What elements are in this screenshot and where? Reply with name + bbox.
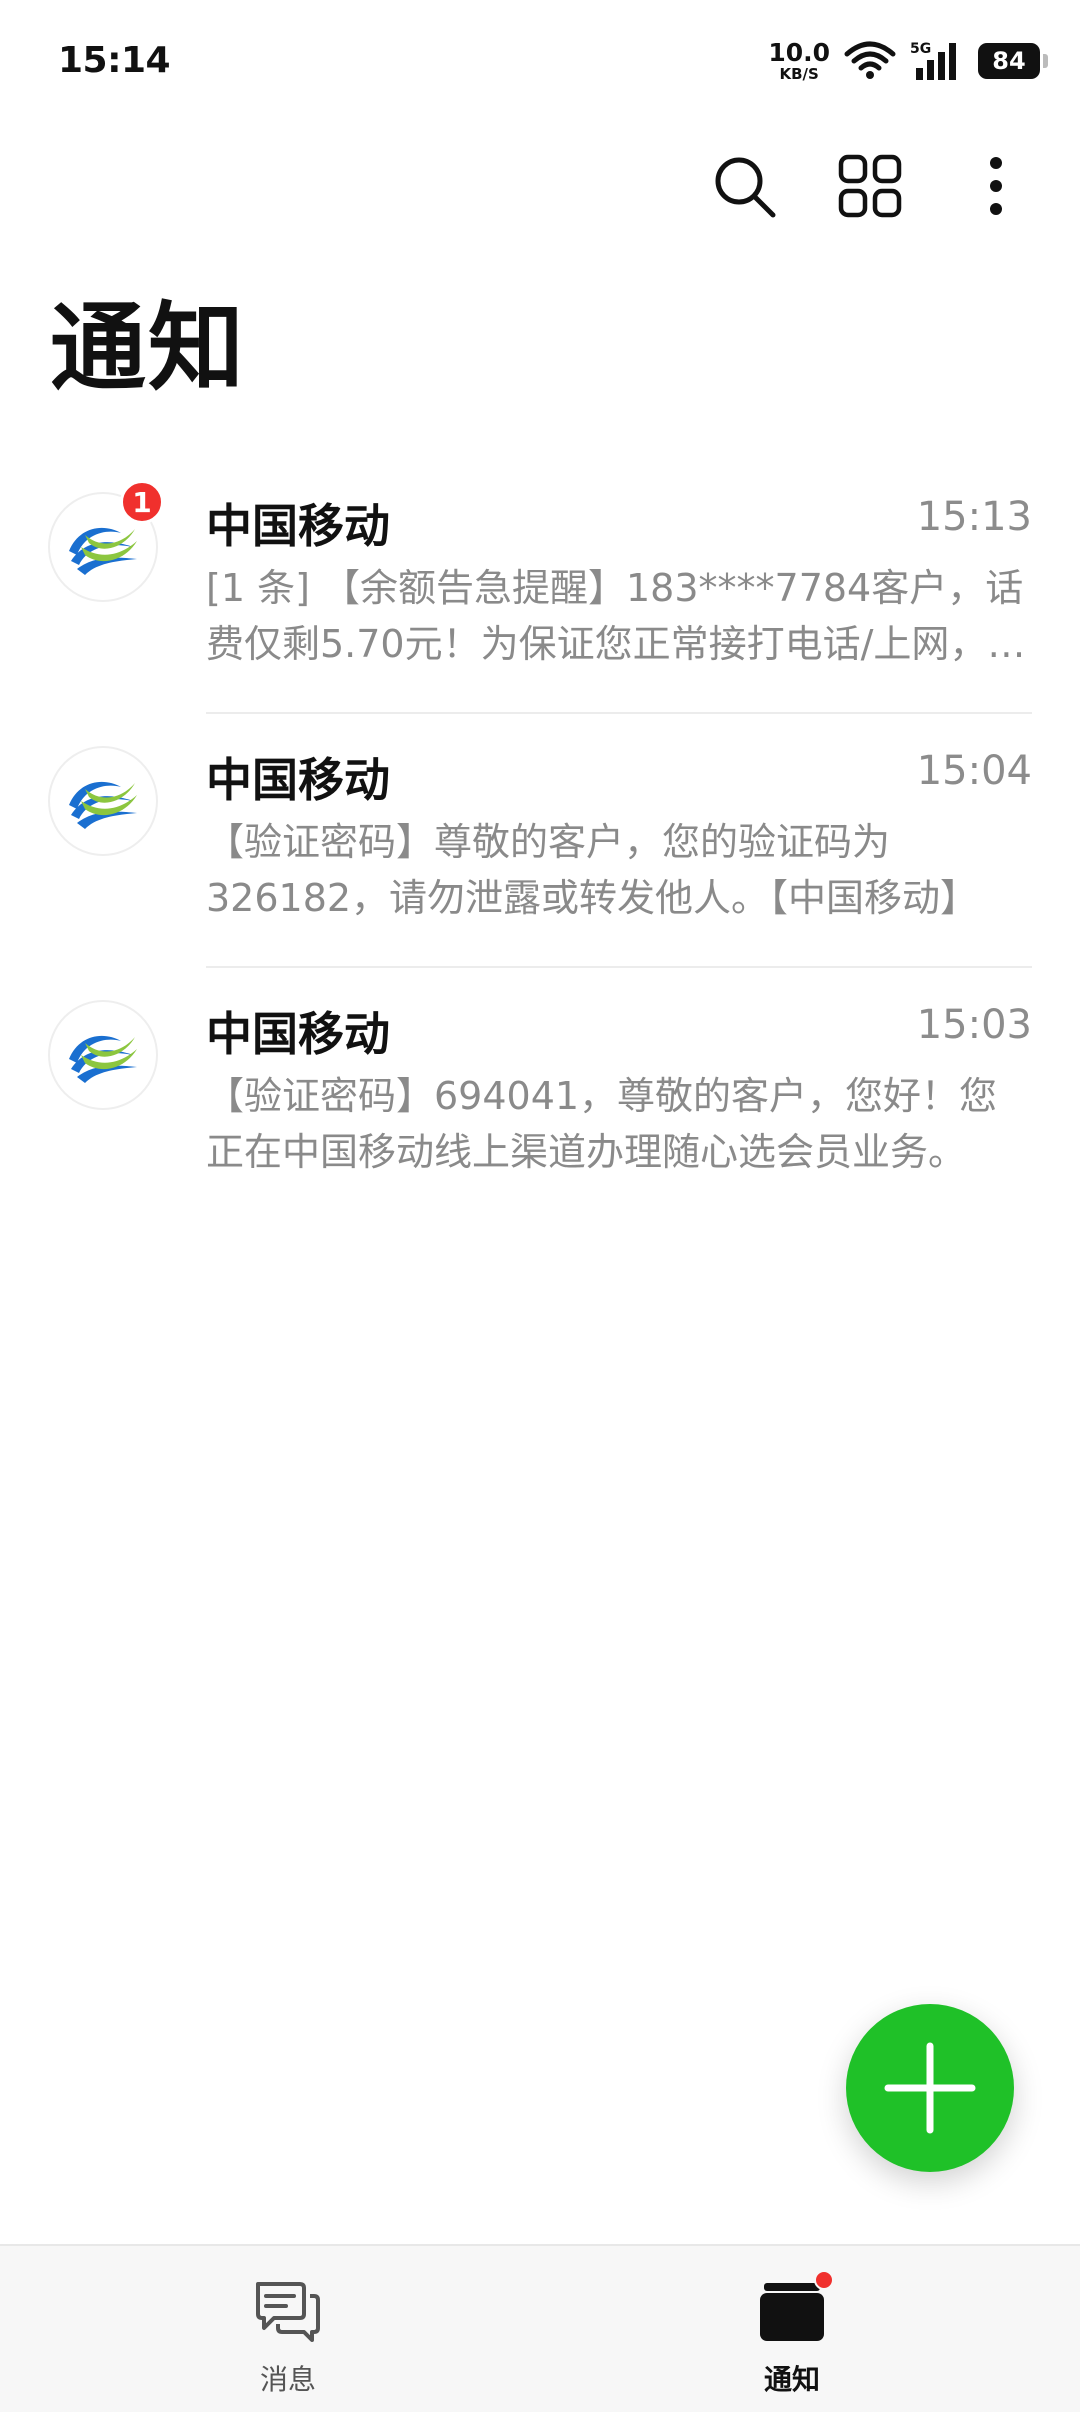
message-time: 15:03: [916, 1002, 1032, 1048]
cellular-signal-icon: 5G: [910, 41, 956, 80]
more-options-button[interactable]: [958, 148, 1034, 224]
notification-box-icon: [760, 2283, 824, 2341]
message-sender: 中国移动: [206, 1007, 390, 1061]
avatar: [48, 746, 158, 856]
message-sender: 中国移动: [206, 499, 390, 553]
new-message-button[interactable]: [846, 2004, 1014, 2172]
battery-indicator: 84: [978, 43, 1048, 79]
list-item[interactable]: 中国移动 15:03 【验证密码】694041，尊敬的客户，您好！您正在中国移动…: [0, 968, 1080, 1222]
search-button[interactable]: [706, 148, 782, 224]
network-speed-value: 10.0: [768, 38, 830, 67]
list-item[interactable]: 1 中国移动 15:13 [1 条] 【余额告急提醒】183****7784客户…: [0, 460, 1080, 714]
china-mobile-logo-icon: [69, 781, 137, 829]
message-time: 15:04: [916, 748, 1032, 794]
category-view-button[interactable]: [832, 148, 908, 224]
list-item[interactable]: 中国移动 15:04 【验证密码】尊敬的客户，您的验证码为326182，请勿泄露…: [0, 714, 1080, 968]
tab-messages[interactable]: 消息: [138, 2246, 438, 2412]
message-sender: 中国移动: [206, 753, 390, 807]
china-mobile-logo-icon: [69, 1035, 137, 1083]
battery-level: 84: [992, 47, 1026, 75]
more-vertical-icon: [990, 157, 1002, 215]
unread-badge: 1: [120, 480, 164, 524]
search-icon: [715, 157, 776, 218]
tab-notifications[interactable]: 通知: [642, 2246, 942, 2412]
status-time: 15:14: [58, 40, 171, 81]
page-title: 通知: [50, 292, 246, 404]
network-type-label: 5G: [910, 41, 931, 57]
nav-icon-container: [250, 2276, 326, 2348]
nav-icon-container: [754, 2270, 834, 2348]
status-indicators: 10.0 KB/S 5G 84: [768, 36, 1048, 86]
message-time: 15:13: [916, 494, 1032, 540]
message-list: 1 中国移动 15:13 [1 条] 【余额告急提醒】183****7784客户…: [0, 460, 1080, 1222]
chat-bubble-icon: [256, 2282, 320, 2342]
status-bar: 15:14 10.0 KB/S 5G 84: [0, 0, 1080, 120]
tab-label: 消息: [259, 2363, 316, 2396]
network-speed-unit: KB/S: [779, 65, 819, 83]
plus-icon: [884, 2042, 976, 2134]
message-preview: 【验证密码】694041，尊敬的客户，您好！您正在中国移动线上渠道办理随心选会员…: [206, 1074, 998, 1174]
message-preview: 【验证密码】尊敬的客户，您的验证码为326182，请勿泄露或转发他人。【中国移动…: [206, 820, 979, 920]
message-preview: [1 条] 【余额告急提醒】183****7784客户，话费仅剩5.70元！为保…: [206, 566, 1026, 666]
bottom-navigation: 消息 通知: [0, 2244, 1080, 2412]
new-notification-dot: [814, 2270, 834, 2290]
tab-label: 通知: [763, 2363, 820, 2396]
network-speed: 10.0 KB/S: [768, 40, 830, 82]
wifi-icon: [844, 41, 896, 79]
avatar: [48, 1000, 158, 1110]
grid-icon: [838, 154, 902, 218]
notifications-screen: 15:14 10.0 KB/S 5G 84 通知 1 中国移动 15:13 [1…: [0, 0, 1080, 2412]
